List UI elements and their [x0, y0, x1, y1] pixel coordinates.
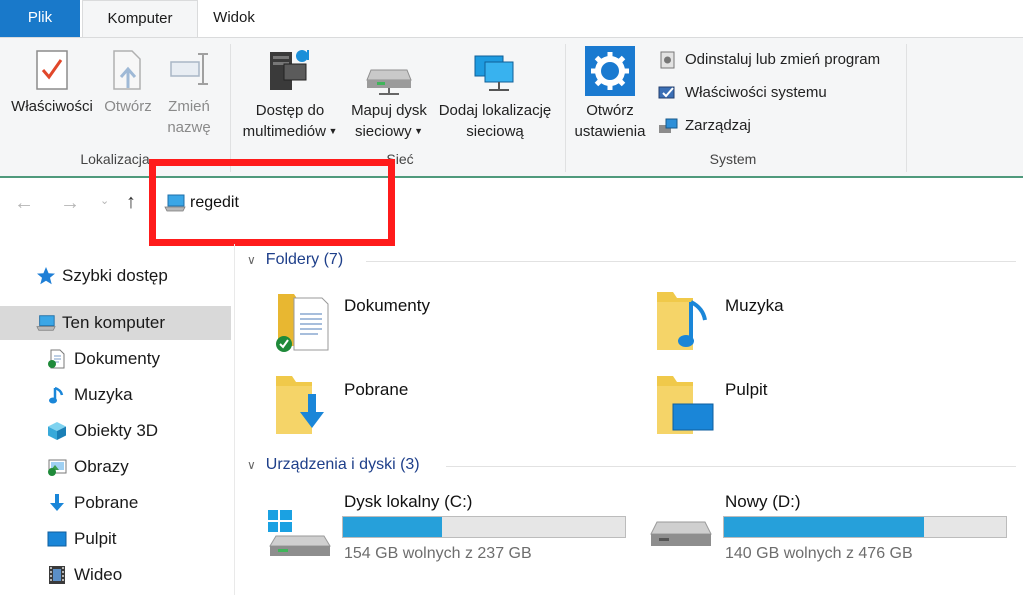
- up-arrow-icon[interactable]: ↑: [126, 191, 136, 214]
- ribbon: Właściwości Otwórz Zmień nazwę Lokalizac…: [0, 37, 1023, 176]
- drive-usage-bar: [342, 516, 626, 538]
- system-properties-icon: [658, 86, 675, 99]
- documents-icon: [48, 349, 65, 369]
- group-separator: [230, 44, 231, 172]
- rename-icon: [170, 53, 208, 85]
- section-divider: [446, 466, 1016, 467]
- gear-icon: [585, 46, 635, 96]
- uninstall-icon: [660, 51, 675, 69]
- properties-icon: [36, 50, 68, 90]
- star-icon: [37, 267, 55, 285]
- recent-chevron-down-icon[interactable]: ⌄: [100, 194, 109, 207]
- highlight-box: [149, 159, 395, 246]
- film-icon: [49, 566, 65, 584]
- download-arrow-icon: [50, 494, 64, 511]
- add-network-location-button[interactable]: Dodaj lokalizację sieciową: [434, 46, 556, 142]
- open-icon: [113, 50, 141, 90]
- manage-button[interactable]: Zarządzaj: [658, 114, 898, 138]
- downloads-folder-icon: [276, 376, 324, 434]
- tab-computer[interactable]: Komputer: [82, 0, 198, 38]
- tab-file[interactable]: Plik: [0, 0, 80, 37]
- open-button[interactable]: Otwórz: [100, 48, 156, 117]
- ribbon-tabs: Plik Komputer Widok: [0, 0, 1023, 38]
- sidebar-item-pictures[interactable]: Obrazy: [0, 450, 231, 484]
- documents-folder-icon: [276, 294, 329, 352]
- windows-drive-icon: [268, 510, 331, 556]
- chevron-down-icon: ∨: [247, 253, 256, 267]
- media-access-button[interactable]: Dostęp do multimediów ▼: [236, 46, 344, 142]
- navigation-pane: Szybki dostęp Ten komputer Dokumenty Muz…: [0, 250, 234, 595]
- section-header-devices[interactable]: ∨ Urządzenia i dyski (3): [247, 456, 420, 474]
- folder-tile-downloads[interactable]: Pobrane: [264, 370, 624, 438]
- chevron-down-icon: ▼: [411, 126, 424, 136]
- sidebar-item-videos[interactable]: Wideo: [0, 558, 231, 592]
- folder-tile-documents[interactable]: Dokumenty: [264, 286, 624, 354]
- group-label-system: System: [709, 151, 757, 167]
- hard-drive-icon: [650, 521, 712, 546]
- uninstall-program-button[interactable]: Odinstaluj lub zmień program: [658, 48, 898, 72]
- drive-usage-fill: [724, 517, 925, 537]
- section-divider: [366, 261, 1016, 262]
- drive-usage-bar: [723, 516, 1007, 538]
- pane-divider: [234, 244, 235, 595]
- sidebar-item-music[interactable]: Muzyka: [0, 378, 231, 412]
- desktop-icon: [47, 531, 67, 547]
- group-separator: [565, 44, 566, 172]
- media-server-icon: [270, 50, 309, 90]
- folder-tile-music[interactable]: Muzyka: [645, 286, 1005, 354]
- tab-view[interactable]: Widok: [198, 0, 270, 37]
- sidebar-item-desktop[interactable]: Pulpit: [0, 522, 231, 556]
- computer-management-icon: [659, 118, 678, 133]
- drive-tile-d[interactable]: Nowy (D:) 140 GB wolnych z 476 GB: [645, 488, 1015, 568]
- desktop-folder-icon: [657, 376, 714, 434]
- this-pc-icon: [36, 315, 56, 331]
- folder-tile-desktop[interactable]: Pulpit: [645, 370, 1005, 438]
- sidebar-item-this-pc[interactable]: Ten komputer: [0, 306, 231, 340]
- chevron-down-icon: ▼: [325, 126, 338, 136]
- music-folder-icon: [657, 292, 707, 350]
- pictures-icon: [48, 459, 67, 476]
- drive-usage-fill: [343, 517, 442, 537]
- network-location-icon: [474, 55, 514, 91]
- rename-button[interactable]: Zmień nazwę: [160, 48, 218, 138]
- sidebar-item-quick-access[interactable]: Szybki dostęp: [0, 259, 231, 293]
- forward-arrow-icon[interactable]: →: [60, 192, 80, 215]
- open-settings-button[interactable]: Otwórz ustawienia: [570, 46, 650, 142]
- group-separator: [906, 44, 907, 172]
- sidebar-item-downloads[interactable]: Pobrane: [0, 486, 231, 520]
- sidebar-item-documents[interactable]: Dokumenty: [0, 342, 231, 376]
- drive-tile-c[interactable]: Dysk lokalny (C:) 154 GB wolnych z 237 G…: [264, 488, 634, 568]
- section-header-folders[interactable]: ∨ Foldery (7): [247, 251, 343, 269]
- network-drive-icon: [366, 69, 412, 95]
- chevron-down-icon: ∨: [247, 458, 256, 472]
- map-network-drive-button[interactable]: Mapuj dysk sieciowy ▼: [346, 46, 432, 142]
- sidebar-item-3d-objects[interactable]: Obiekty 3D: [0, 414, 231, 448]
- properties-button[interactable]: Właściwości: [6, 48, 98, 117]
- system-properties-button[interactable]: Właściwości systemu: [658, 81, 898, 105]
- back-arrow-icon[interactable]: ←: [14, 192, 34, 215]
- cube-icon: [48, 422, 66, 440]
- music-note-icon: [49, 386, 64, 404]
